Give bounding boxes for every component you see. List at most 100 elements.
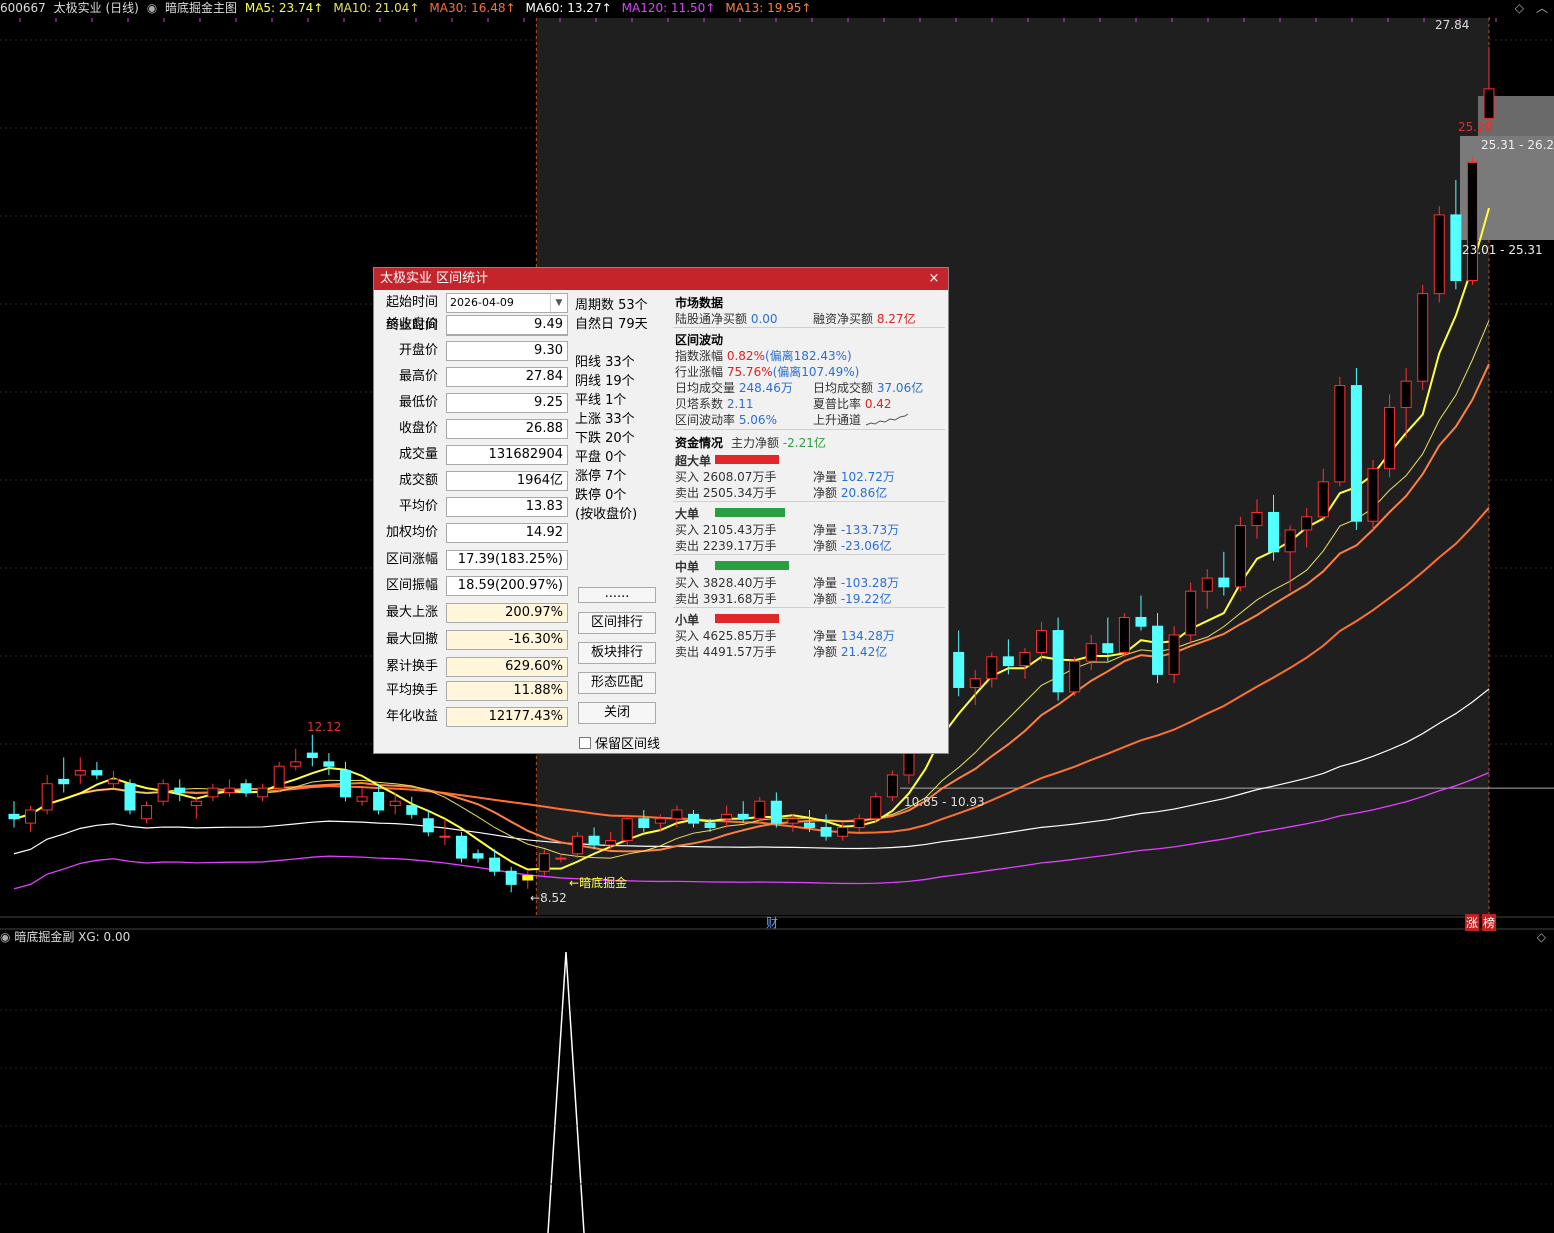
rank-marker[interactable]: 榜 xyxy=(1482,914,1497,931)
index-change: 指数涨幅 0.82%(偏离182.43%) xyxy=(675,347,852,364)
stat-label: 最大上涨 xyxy=(385,605,438,620)
candle-body xyxy=(207,787,219,798)
sector-rank-button[interactable]: 板块排行 xyxy=(578,642,656,664)
main-net-value: -2.21亿 xyxy=(782,436,826,450)
candle-body xyxy=(1284,529,1296,553)
main-header: 600667 太极实业 (日线) ◉ 暗底掘金主图 MA5: 23.74↑ MA1… xyxy=(0,0,1554,16)
stat-label: 收盘价 xyxy=(398,421,438,436)
fund-net-volume: 净量 102.72万 xyxy=(813,468,895,485)
stat-value: 131682904 xyxy=(446,445,568,465)
indicator-name[interactable]: 暗底掘金主图 xyxy=(165,1,237,15)
fund-buy: 买入 4625.85万手 xyxy=(675,629,777,643)
candle-body xyxy=(571,835,583,855)
candle-body xyxy=(1036,630,1048,653)
pattern-match-button[interactable]: 形态匹配 xyxy=(578,672,656,694)
sub-indicator-settings-icon[interactable]: ◉ xyxy=(0,930,10,944)
keep-line-checkbox[interactable]: 保留区间线 xyxy=(579,733,660,752)
netamt-label: 净额 xyxy=(813,539,838,553)
stat-label: 平均换手 xyxy=(385,683,438,698)
period-label: (日线) xyxy=(105,1,139,15)
stat-label: 加权均价 xyxy=(385,525,438,540)
divider xyxy=(673,501,945,502)
candle-body xyxy=(687,813,699,824)
close-button[interactable]: 关闭 xyxy=(578,702,656,724)
netvol-label: 净量 xyxy=(813,576,838,590)
stock-code: 600667 xyxy=(0,1,46,15)
volatility-title: 区间波动 xyxy=(675,333,724,347)
stat-value: 18.59(200.97%) xyxy=(446,576,568,596)
more-button[interactable]: ...... xyxy=(578,587,656,603)
industry-value: 75.76% xyxy=(726,365,773,379)
chevron-down-icon[interactable]: ▼ xyxy=(550,294,567,312)
candle-body xyxy=(671,809,683,820)
industry-dev: (偏离107.49%) xyxy=(772,365,860,379)
candle-body xyxy=(837,826,849,837)
netamt-label: 净额 xyxy=(813,645,838,659)
finance-marker[interactable]: 财 xyxy=(766,914,778,931)
fund-net-volume: 净量 -133.73万 xyxy=(813,521,899,538)
limit-up-marker[interactable]: 涨 xyxy=(1465,914,1480,931)
indicator-settings-icon[interactable]: ◉ xyxy=(147,1,157,15)
ma-legend-item: MA30: 16.48↑ xyxy=(429,1,516,15)
candle-body xyxy=(737,813,749,820)
netvol-value: 134.28万 xyxy=(840,629,895,643)
candle-body xyxy=(157,783,169,802)
fund-net-volume: 净量 134.28万 xyxy=(813,627,895,644)
candle-body xyxy=(406,805,418,815)
ma-legend-item: MA5: 23.74↑ xyxy=(244,1,324,15)
candle-body xyxy=(886,774,898,798)
netvol-label: 净量 xyxy=(813,629,838,643)
start-time-row: 起始时间 2026-04-09 ▼ xyxy=(374,292,570,314)
signal-label: ←暗底掘金 xyxy=(569,876,628,890)
stat-label: 开盘价 xyxy=(398,343,438,358)
period-count: 周期数 53个 xyxy=(575,298,648,313)
sub-collapse-icon[interactable]: ◇ xyxy=(1537,929,1546,945)
collapse-icon[interactable]: ︿ xyxy=(1536,1,1548,15)
fund-sell: 卖出 4491.57万手 xyxy=(675,645,777,659)
stat-value: 27.84 xyxy=(446,367,568,387)
fund-net-volume: 净量 -103.28万 xyxy=(813,574,899,591)
divider xyxy=(673,554,945,555)
dialog-titlebar[interactable]: 太极实业 区间统计 × xyxy=(374,268,948,290)
candle-body xyxy=(588,835,600,846)
candle-body xyxy=(704,822,716,828)
industry-label: 行业涨幅 xyxy=(675,365,724,379)
market-title: 市场数据 xyxy=(675,296,724,310)
netvol-label: 净量 xyxy=(813,523,838,537)
netamt-value: -19.22亿 xyxy=(840,592,892,606)
window-controls: ◇ ︿ xyxy=(1515,0,1554,16)
candle-body xyxy=(1102,643,1114,653)
stat-row: 最大回撤 -16.30% xyxy=(374,629,570,651)
ma-legend-item: MA13: 19.95↑ xyxy=(725,1,812,15)
stat-value: -16.30% xyxy=(446,630,568,650)
stat-row: 成交额 1964亿 xyxy=(374,470,570,492)
candle-body xyxy=(1268,511,1280,553)
stat-row: 最高价 27.84 xyxy=(374,366,570,388)
range-rank-button[interactable]: 区间排行 xyxy=(578,612,656,634)
sub-indicator-line xyxy=(547,951,585,1233)
damt-label: 日均成交额 xyxy=(813,381,874,395)
dvol-value: 248.46万 xyxy=(738,381,793,395)
candle-body xyxy=(1400,380,1412,408)
checkbox-icon[interactable] xyxy=(579,737,591,749)
sub-indicator-name[interactable]: 暗底掘金副 xyxy=(14,930,74,944)
stat-value: 9.49 xyxy=(446,315,568,335)
index-label: 指数涨幅 xyxy=(675,349,724,363)
zone-upper-label: 25.31 - 26.20 xyxy=(1481,138,1554,152)
candle-body xyxy=(1317,481,1329,518)
fund-bar xyxy=(715,614,779,623)
close-icon[interactable]: × xyxy=(926,268,942,290)
candle-body xyxy=(1002,656,1014,667)
candle-body xyxy=(787,818,799,824)
restore-icon[interactable]: ◇ xyxy=(1515,1,1524,15)
stat-label: 成交量 xyxy=(398,447,438,462)
margin-label: 融资净买额 xyxy=(813,312,874,326)
stat-value: 629.60% xyxy=(446,657,568,677)
main-net: 主力净额 -2.21亿 xyxy=(731,434,826,451)
candle-body xyxy=(389,800,401,807)
hk-value: 0.00 xyxy=(750,312,778,326)
mid-price-label: 25.20 xyxy=(1458,120,1493,134)
start-date-picker[interactable]: 2026-04-09 ▼ xyxy=(446,293,568,313)
dvol-label: 日均成交量 xyxy=(675,381,736,395)
candle-body xyxy=(290,761,302,767)
